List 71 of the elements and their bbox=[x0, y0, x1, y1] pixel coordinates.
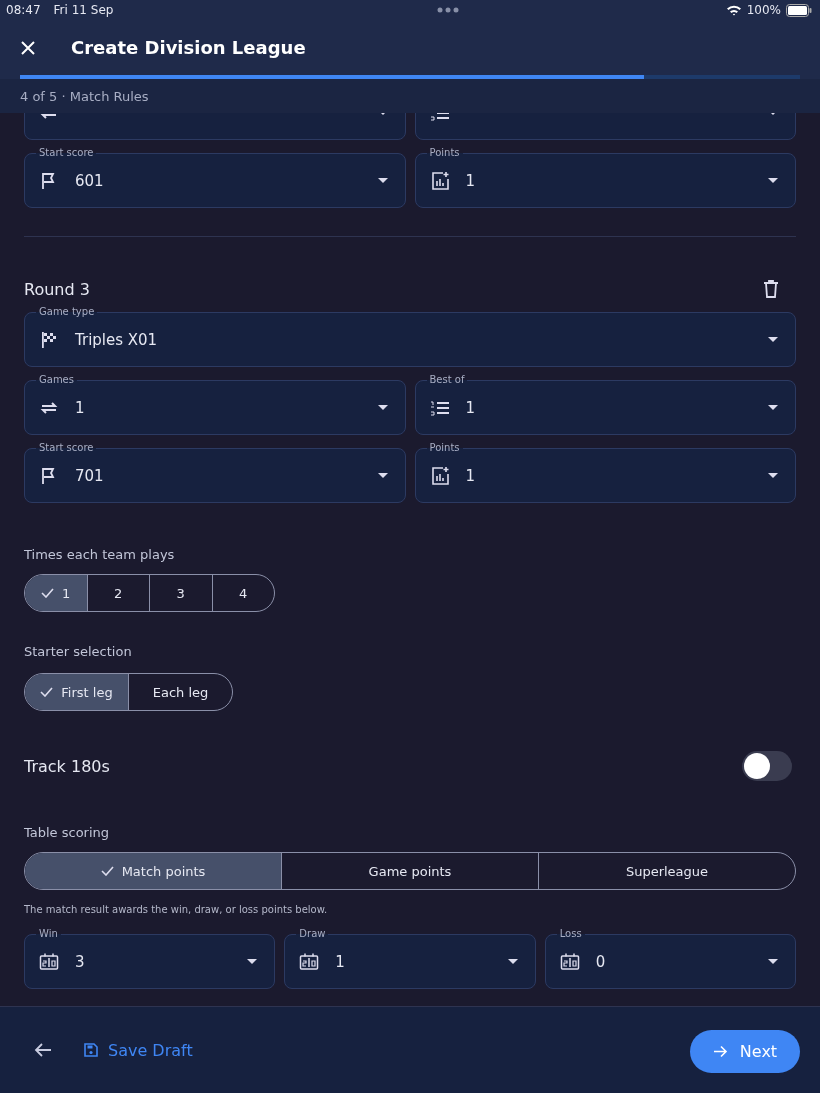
chart-icon bbox=[429, 465, 450, 486]
next-button[interactable]: Next bbox=[690, 1029, 800, 1073]
caret-icon bbox=[507, 959, 518, 964]
setting-label: Track 180s bbox=[24, 756, 110, 776]
scoreboard-icon bbox=[39, 951, 59, 972]
status-date: Fri 11 Sep bbox=[53, 3, 114, 17]
caret-icon bbox=[247, 959, 258, 964]
helper-text: The match result awards the win, draw, or loss points below. bbox=[24, 904, 329, 915]
caret-icon bbox=[768, 178, 778, 183]
section-label: Table scoring bbox=[24, 825, 111, 840]
dropdown-field[interactable]: Start score 701 bbox=[24, 441, 406, 503]
caret-icon bbox=[768, 337, 778, 342]
save-draft-button[interactable]: Save Draft bbox=[80, 1036, 197, 1064]
segment-option[interactable]: Each leg bbox=[128, 674, 232, 710]
field-value: 701 bbox=[75, 466, 105, 485]
more-icon bbox=[436, 7, 459, 13]
segment-option[interactable]: 1 bbox=[25, 575, 87, 611]
page-title: Create Division League bbox=[71, 37, 306, 58]
close-icon[interactable] bbox=[20, 39, 36, 56]
step-label: 4 of 5 · Match Rules bbox=[20, 88, 149, 104]
dropdown-field[interactable]: Start score 601 bbox=[24, 146, 406, 208]
segment-option[interactable]: First leg bbox=[25, 674, 128, 710]
field-value: 0 bbox=[595, 952, 607, 971]
back-arrow-icon[interactable] bbox=[34, 1042, 52, 1058]
dropdown-field[interactable]: Games 1 bbox=[24, 373, 406, 435]
check-icon bbox=[41, 588, 55, 598]
field-value: 1 bbox=[335, 952, 346, 971]
caret-icon bbox=[377, 473, 388, 478]
save-icon bbox=[84, 1043, 98, 1057]
dropdown-field[interactable]: Loss 0 bbox=[544, 927, 796, 989]
dropdown-field[interactable]: Draw 1 bbox=[284, 927, 536, 989]
scoreboard-icon bbox=[299, 951, 320, 972]
caret-icon bbox=[768, 959, 778, 964]
caret-icon bbox=[768, 405, 778, 410]
segment-option[interactable]: 3 bbox=[149, 575, 212, 611]
caret-icon bbox=[768, 473, 778, 478]
segment-option[interactable]: Match points bbox=[25, 853, 281, 889]
section-label: Times each team plays bbox=[24, 547, 176, 562]
toggle-switch[interactable] bbox=[742, 751, 792, 781]
caret-icon bbox=[377, 405, 388, 410]
chart-icon bbox=[429, 170, 450, 191]
checkered-flag-icon bbox=[39, 329, 59, 350]
round-title: Round 3 bbox=[24, 279, 90, 299]
caret-icon bbox=[377, 178, 388, 183]
segment-option[interactable]: Game points bbox=[281, 853, 538, 889]
field-value: 1 bbox=[75, 398, 86, 417]
field-value: 1 bbox=[465, 466, 477, 485]
dropdown-field[interactable]: Game type Triples X01 bbox=[24, 305, 796, 367]
status-time: 08:47 bbox=[6, 3, 41, 17]
dropdown-field[interactable]: Points 1 bbox=[414, 146, 796, 208]
battery-percent: 100% bbox=[746, 3, 781, 17]
delete-icon[interactable] bbox=[764, 280, 778, 298]
check-icon bbox=[100, 866, 114, 876]
check-icon bbox=[40, 687, 54, 697]
wifi-icon bbox=[725, 4, 742, 16]
dropdown-field[interactable]: Points 1 bbox=[414, 441, 796, 503]
field-value: 601 bbox=[75, 171, 105, 190]
dropdown-field[interactable]: Win 3 bbox=[24, 927, 276, 989]
arrow-right-icon bbox=[712, 1044, 728, 1058]
segment-option[interactable]: 2 bbox=[86, 575, 149, 611]
field-label: Game type bbox=[36, 305, 98, 319]
field-value: Triples X01 bbox=[75, 330, 159, 349]
field-value: 3 bbox=[75, 952, 86, 971]
field-value: 1 bbox=[465, 398, 477, 417]
battery-icon bbox=[786, 3, 812, 17]
scoreboard-icon bbox=[559, 951, 580, 972]
segment-option[interactable]: 4 bbox=[211, 575, 274, 611]
section-label: Starter selection bbox=[24, 644, 133, 659]
field-value: 1 bbox=[465, 171, 477, 190]
dropdown-field[interactable]: Best of 1 bbox=[414, 373, 796, 435]
segment-option[interactable]: Superleague bbox=[538, 853, 795, 889]
